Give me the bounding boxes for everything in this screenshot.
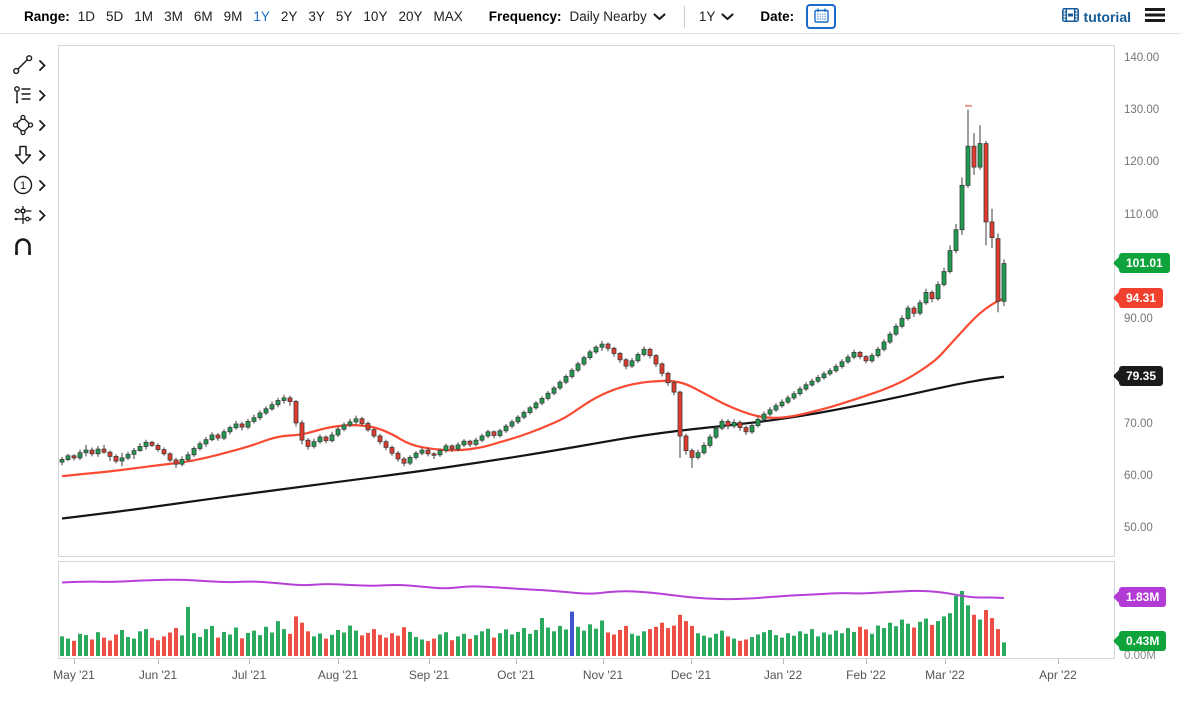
range-item-5y[interactable]: 5Y <box>336 9 353 24</box>
candles-group <box>59 109 1007 468</box>
menu-button[interactable] <box>1145 7 1165 26</box>
trendline-tool-button[interactable] <box>11 53 57 82</box>
range-item-9m[interactable]: 9M <box>224 9 243 24</box>
arrow-marker-tool-icon <box>11 143 35 172</box>
chevron-right-icon <box>39 58 46 76</box>
price-chart[interactable] <box>59 46 1114 556</box>
svg-text:1: 1 <box>20 180 26 192</box>
volume-axis-tick: 0.00M <box>1124 650 1156 662</box>
period-dropdown[interactable]: 1Y <box>699 9 716 24</box>
trendline-tool-icon <box>11 53 35 82</box>
range-item-max[interactable]: MAX <box>433 9 462 24</box>
volume-pane <box>58 561 1115 659</box>
volume-chart[interactable] <box>59 562 1114 658</box>
fast-ma-line <box>61 297 1005 478</box>
price-axis-tick: 130.00 <box>1124 104 1160 117</box>
tutorial-link[interactable]: tutorial <box>1061 8 1131 25</box>
month-tick-mark <box>783 659 784 664</box>
annotations-tool-button[interactable] <box>11 85 57 109</box>
open-interest-line <box>61 578 1005 601</box>
slow-ma-value-badge: 79.35 <box>1119 365 1164 386</box>
price-axis-tick: 70.00 <box>1124 417 1153 430</box>
charting-app: Range: 1D 5D 1M 3M 6M 9M 1Y 2Y 3Y 5Y 10Y 20Y MAX Fre… <box>0 0 1181 703</box>
range-item-6m[interactable]: 6M <box>194 9 213 24</box>
open-interest-badge: 1.83M <box>1119 587 1167 607</box>
shapes-tool-button[interactable] <box>11 113 57 142</box>
measure-tool-icon <box>11 203 35 232</box>
range-item-20y[interactable]: 20Y <box>398 9 422 24</box>
month-tick-mark <box>945 659 946 664</box>
month-axis-label: May '21 <box>53 668 95 682</box>
range-item-3y[interactable]: 3Y <box>308 9 325 24</box>
chevron-right-icon <box>39 208 46 226</box>
range-item-10y[interactable]: 10Y <box>363 9 387 24</box>
range-item-3m[interactable]: 3M <box>164 9 183 24</box>
magnet-tool-button[interactable] <box>11 237 57 261</box>
range-label: Range: <box>24 9 70 24</box>
month-axis-label: Sep '21 <box>408 668 450 682</box>
price-axis-tick: 90.00 <box>1124 313 1153 326</box>
price-axis-tick: 50.00 <box>1124 521 1153 534</box>
price-axis-tick: 120.00 <box>1124 156 1160 169</box>
month-axis-label: Oct '21 <box>497 668 535 682</box>
month-tick-mark <box>866 659 867 664</box>
last-price-badge: 101.01 <box>1119 252 1170 273</box>
month-tick-mark <box>516 659 517 664</box>
fast-ma-value-badge: 94.31 <box>1119 287 1164 308</box>
volume-value-badge: 0.43M <box>1119 631 1167 652</box>
month-tick-mark <box>249 659 250 664</box>
chevron-down-icon[interactable] <box>721 12 734 21</box>
month-axis-label: Apr '22 <box>1039 668 1077 682</box>
range-item-5d[interactable]: 5D <box>106 9 123 24</box>
chevron-right-icon <box>39 178 46 196</box>
number-marker-tool-icon: 1 <box>11 173 35 202</box>
date-picker-button[interactable] <box>806 4 837 29</box>
video-tutorial-icon <box>1061 8 1079 25</box>
month-tick-mark <box>74 659 75 664</box>
range-item-2y[interactable]: 2Y <box>281 9 298 24</box>
range-item-1m[interactable]: 1M <box>134 9 153 24</box>
month-axis-label: Feb '22 <box>846 668 886 682</box>
number-marker-tool-button[interactable]: 1 <box>11 175 57 199</box>
calendar-icon <box>813 8 829 26</box>
month-tick-mark <box>429 659 430 664</box>
chevron-right-icon <box>39 148 46 166</box>
frequency-label: Frequency: <box>488 9 562 24</box>
month-tick-mark <box>158 659 159 664</box>
shapes-tool-icon <box>11 113 35 142</box>
price-axis-tick: 60.00 <box>1124 469 1153 482</box>
session-high-marker <box>965 104 972 107</box>
month-tick-mark <box>691 659 692 664</box>
month-tick-mark <box>338 659 339 664</box>
month-axis-label: Nov '21 <box>582 668 624 682</box>
month-tick-mark <box>1058 659 1059 664</box>
date-label: Date: <box>760 9 795 24</box>
toolbar-divider <box>683 5 685 28</box>
chevron-right-icon <box>39 88 46 106</box>
magnet-tool-icon <box>11 235 35 264</box>
month-axis-label: Aug '21 <box>317 668 359 682</box>
menu-icon <box>1145 7 1165 26</box>
arrow-marker-tool-button[interactable] <box>11 145 57 169</box>
month-axis-label: Jun '21 <box>138 668 178 682</box>
month-axis-label: Mar '22 <box>925 668 965 682</box>
month-axis-label: Jan '22 <box>763 668 803 682</box>
annotations-tool-icon <box>11 83 35 112</box>
month-tick-mark <box>603 659 604 664</box>
month-axis-label: Jul '21 <box>231 668 267 682</box>
range-selector: 1D 5D 1M 3M 6M 9M 1Y 2Y 3Y 5Y 10Y 20Y MAX <box>78 9 463 24</box>
chevron-right-icon <box>39 118 46 136</box>
month-axis-label: Dec '21 <box>670 668 712 682</box>
range-item-1d[interactable]: 1D <box>78 9 95 24</box>
measure-tool-button[interactable] <box>11 205 57 229</box>
top-toolbar: Range: 1D 5D 1M 3M 6M 9M 1Y 2Y 3Y 5Y 10Y 20Y MAX Fre… <box>0 0 1181 34</box>
price-axis-tick: 140.00 <box>1124 52 1160 64</box>
volume-bars-group <box>60 591 1006 656</box>
price-pane <box>58 45 1115 557</box>
tutorial-label: tutorial <box>1083 8 1131 25</box>
frequency-dropdown[interactable]: Daily Nearby <box>570 9 647 24</box>
chevron-down-icon[interactable] <box>653 12 666 21</box>
price-axis-tick: 110.00 <box>1124 208 1159 221</box>
range-item-1y[interactable]: 1Y <box>253 9 270 24</box>
